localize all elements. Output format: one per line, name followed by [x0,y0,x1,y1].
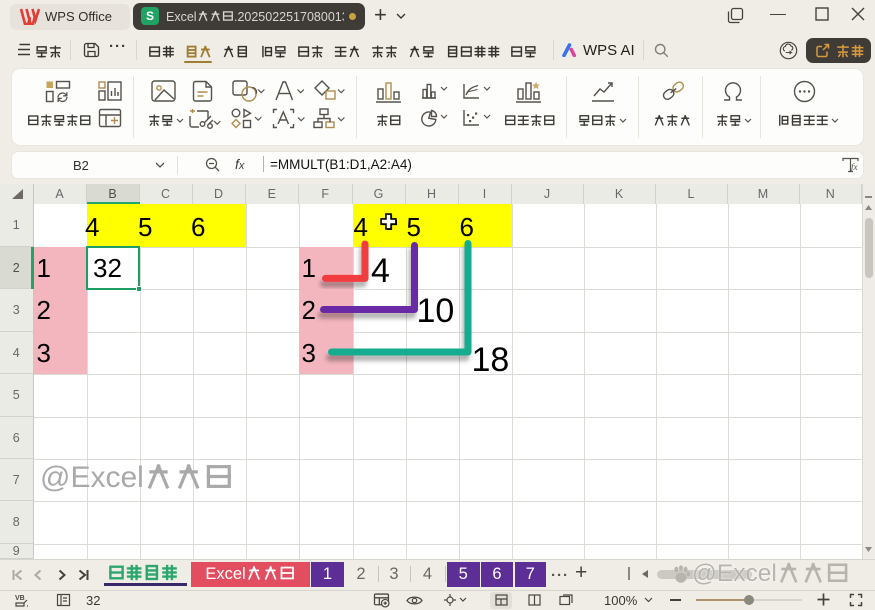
svg-text:fx: fx [851,162,858,172]
svg-text:VB: VB [15,595,25,602]
